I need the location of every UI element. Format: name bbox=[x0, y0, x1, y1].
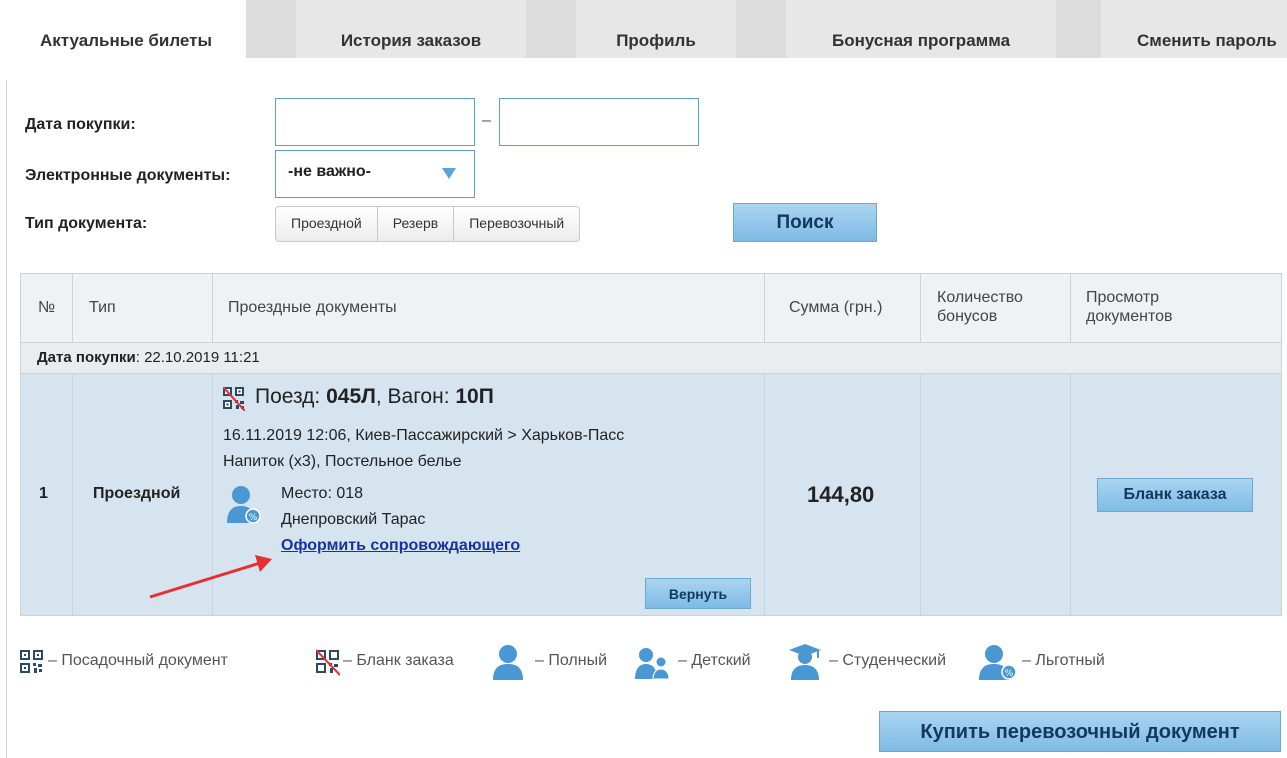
person-child-icon bbox=[635, 648, 670, 680]
tab-label: Бонусная программа bbox=[831, 31, 1011, 50]
person-discount-icon: % bbox=[979, 645, 1017, 680]
purchase-date-row: Дата покупки: 22.10.2019 11:21 bbox=[21, 342, 1281, 374]
legend-order-form: – Бланк заказа bbox=[343, 652, 454, 669]
purchase-date-row-value: : 22.10.2019 11:21 bbox=[135, 349, 260, 366]
legend-full: – Полный bbox=[535, 652, 607, 669]
date-to-input[interactable] bbox=[499, 98, 699, 146]
qr-icon bbox=[20, 650, 43, 673]
svg-text:%: % bbox=[249, 513, 258, 523]
column-divider bbox=[72, 274, 73, 342]
doc-type-option-reserve[interactable]: Резерв bbox=[378, 207, 455, 241]
tab-label: Актуальные билеты bbox=[39, 31, 213, 50]
doc-type-option-pass[interactable]: Проездной bbox=[276, 207, 378, 241]
return-button[interactable]: Вернуть bbox=[645, 578, 751, 609]
legend-boarding-doc: – Посадочный документ bbox=[48, 652, 228, 669]
tab-order-history[interactable]: История заказов bbox=[296, 0, 526, 58]
doc-type-label: Тип документа: bbox=[25, 215, 148, 232]
train-label: Поезд: bbox=[255, 385, 327, 408]
tab-label: Профиль bbox=[616, 31, 696, 50]
legend-child: – Детский bbox=[678, 652, 751, 669]
svg-text:%: % bbox=[1005, 669, 1014, 679]
purchase-date-label: Дата покупки: bbox=[25, 116, 136, 133]
wagon-number: 10П bbox=[455, 385, 494, 408]
edocs-select-value: -не важно- bbox=[288, 163, 371, 180]
column-divider bbox=[920, 274, 921, 342]
header-number: № bbox=[38, 299, 56, 316]
red-arrow-icon bbox=[149, 555, 272, 599]
legend-student: – Студенческий bbox=[829, 652, 947, 669]
tickets-table: № Тип Проездные документы Сумма (грн.) К… bbox=[20, 273, 1282, 616]
wagon-label: , Вагон: bbox=[375, 385, 456, 408]
date-from-input[interactable] bbox=[275, 98, 475, 146]
qr-crossed-icon bbox=[316, 649, 340, 676]
column-divider bbox=[764, 374, 765, 615]
seat-info: Место: 018 bbox=[281, 485, 364, 502]
column-divider bbox=[1070, 274, 1071, 342]
tab-separator bbox=[246, 0, 296, 58]
row-sum: 144,80 bbox=[807, 482, 875, 507]
buy-transport-doc-button[interactable]: Купить перевозочный документ bbox=[879, 711, 1281, 752]
tab-change-password[interactable]: Сменить пароль bbox=[1101, 0, 1287, 58]
header-bonuses: Количество бонусов bbox=[937, 289, 1023, 325]
header-view-documents: Просмотр документов bbox=[1086, 289, 1173, 325]
column-divider bbox=[1070, 374, 1071, 615]
tab-label: История заказов bbox=[340, 31, 482, 50]
tab-current-tickets[interactable]: Актуальные билеты bbox=[6, 0, 246, 80]
order-form-button[interactable]: Бланк заказа bbox=[1097, 478, 1253, 512]
column-divider bbox=[920, 374, 921, 615]
add-companion-link[interactable]: Оформить сопровождающего bbox=[281, 537, 520, 555]
purchase-date-row-label: Дата покупки bbox=[37, 349, 136, 366]
doc-type-option-transport[interactable]: Перевозочный bbox=[454, 207, 579, 241]
train-info: Поезд: 045Л, Вагон: 10П bbox=[255, 385, 494, 409]
column-divider bbox=[212, 274, 213, 342]
person-discount-icon: % bbox=[227, 486, 261, 524]
tab-separator bbox=[736, 0, 786, 58]
header-documents: Проездные документы bbox=[228, 299, 397, 316]
row-number: 1 bbox=[39, 485, 48, 502]
person-student-icon bbox=[789, 644, 821, 680]
tab-bar: Актуальные билеты История заказов Профил… bbox=[6, 0, 1287, 80]
tab-bonus-program[interactable]: Бонусная программа bbox=[786, 0, 1056, 58]
tab-label: Сменить пароль bbox=[1137, 31, 1277, 50]
edocs-select[interactable]: -не важно- bbox=[275, 150, 475, 198]
tab-separator bbox=[1056, 0, 1101, 58]
doc-type-segmented-control: Проездной Резерв Перевозочный bbox=[275, 206, 581, 242]
passenger-name: Днепровский Тарас bbox=[281, 511, 426, 528]
person-full-icon bbox=[493, 645, 523, 680]
tab-profile[interactable]: Профиль bbox=[576, 0, 736, 58]
legend-discount: – Льготный bbox=[1022, 652, 1105, 669]
trip-extras: Напиток (x3), Постельное белье bbox=[223, 453, 462, 470]
edocs-label: Электронные документы: bbox=[25, 167, 231, 184]
qr-crossed-icon bbox=[223, 387, 245, 411]
date-range-separator: – bbox=[482, 112, 491, 129]
train-number: 045Л bbox=[326, 385, 376, 408]
trip-route: 16.11.2019 12:06, Киев-Пассажирский > Ха… bbox=[223, 427, 625, 444]
header-sum: Сумма (грн.) bbox=[789, 299, 883, 316]
search-button[interactable]: Поиск bbox=[733, 203, 877, 242]
dropdown-arrow-icon bbox=[442, 168, 456, 179]
column-divider bbox=[72, 374, 73, 615]
row-type: Проездной bbox=[93, 485, 181, 502]
column-divider bbox=[764, 274, 765, 342]
tab-separator bbox=[526, 0, 576, 58]
header-type: Тип bbox=[89, 299, 116, 316]
